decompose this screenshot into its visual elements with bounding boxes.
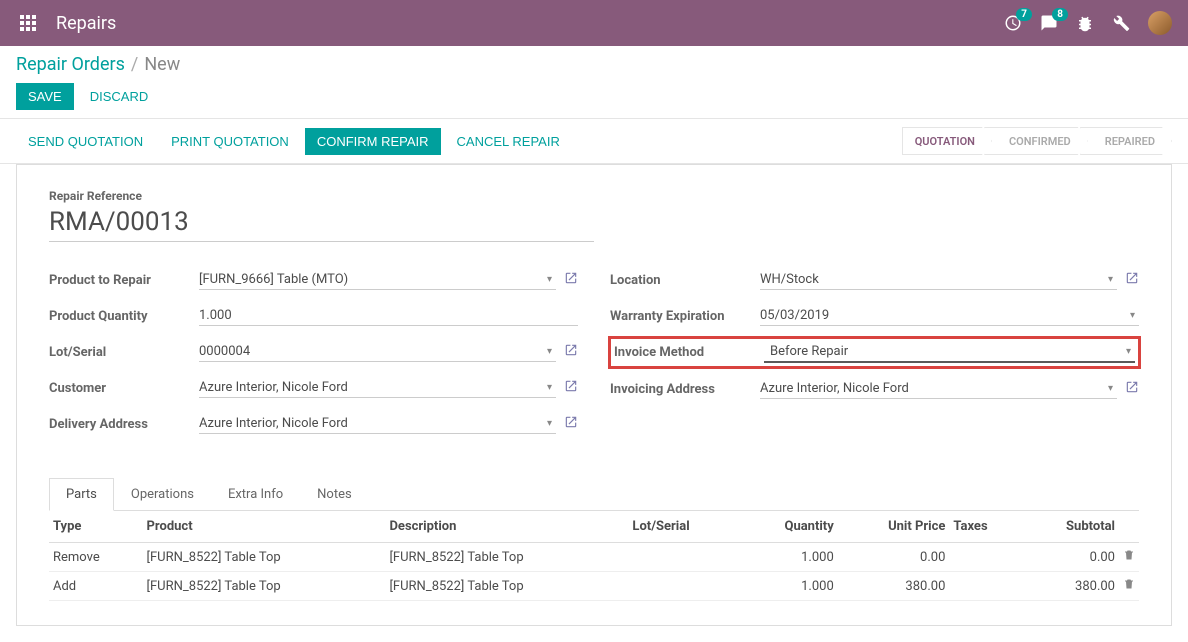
save-button[interactable]: SAVE [16,83,74,110]
bug-icon [1076,14,1094,32]
invoice-method-highlighted: Invoice Method Before Repair ▾ [610,338,1139,367]
chevron-down-icon: ▾ [543,382,556,393]
statusbar-buttons: SEND QUOTATION PRINT QUOTATION CONFIRM R… [16,128,902,155]
tab-parts[interactable]: Parts [49,478,114,511]
delivery-address-label: Delivery Address [49,417,199,432]
form-sheet: Repair Reference RMA/00013 Product to Re… [16,164,1172,626]
navbar-right: 7 8 [1004,11,1172,35]
invoicing-address-label: Invoicing Address [610,382,760,397]
user-avatar[interactable] [1148,11,1172,35]
location-external-link[interactable] [1125,271,1139,289]
product-external-link[interactable] [564,271,578,289]
invoicing-address-external-link[interactable] [1125,380,1139,398]
external-link-icon [564,271,578,285]
external-link-icon [564,343,578,357]
tab-extra-info[interactable]: Extra Info [211,478,300,511]
customer-label: Customer [49,381,199,396]
control-buttons: SAVE DISCARD [16,83,1172,110]
product-to-repair-label: Product to Repair [49,273,199,288]
product-to-repair-field[interactable]: [FURN_9666] Table (MTO) ▾ [199,270,556,290]
invoice-method-field[interactable]: Before Repair ▾ [764,342,1135,363]
statusbar: SEND QUOTATION PRINT QUOTATION CONFIRM R… [0,118,1188,164]
delivery-address-field[interactable]: Azure Interior, Nicole Ford ▾ [199,414,556,434]
apps-menu-button[interactable] [16,11,40,35]
chevron-down-icon: ▾ [543,418,556,429]
tab-notes[interactable]: Notes [300,478,369,511]
top-navbar: Repairs 7 8 [0,0,1188,46]
product-quantity-label: Product Quantity [49,309,199,324]
status-steps: QUOTATION CONFIRMED REPAIRED [902,127,1172,155]
settings-button[interactable] [1112,14,1130,32]
discard-button[interactable]: DISCARD [78,83,161,110]
messages-button[interactable]: 8 [1040,14,1058,32]
debug-button[interactable] [1076,14,1094,32]
lot-serial-field[interactable]: 0000004 ▾ [199,342,556,362]
repair-reference-label: Repair Reference [49,189,1139,203]
external-link-icon [564,379,578,393]
col-type: Type [49,511,143,543]
activity-button[interactable]: 7 [1004,14,1022,32]
chevron-down-icon: ▾ [1104,383,1117,394]
chevron-down-icon: ▾ [543,274,556,285]
col-unit-price: Unit Price [838,511,950,543]
product-quantity-field[interactable]: 1.000 [199,306,578,326]
table-row[interactable]: Remove [FURN_8522] Table Top [FURN_8522]… [49,543,1139,572]
invoice-method-label: Invoice Method [614,345,764,360]
activity-badge: 7 [1016,8,1032,21]
external-link-icon [1125,380,1139,394]
tab-operations[interactable]: Operations [114,478,211,511]
breadcrumb-root[interactable]: Repair Orders [16,54,125,75]
step-confirmed[interactable]: CONFIRMED [984,127,1088,155]
tabs: Parts Operations Extra Info Notes [49,478,1139,511]
cancel-repair-button[interactable]: CANCEL REPAIR [445,128,572,155]
form-left-column: Product to Repair [FURN_9666] Table (MTO… [49,266,578,446]
invoicing-address-field[interactable]: Azure Interior, Nicole Ford ▾ [760,379,1117,399]
wrench-icon [1112,14,1130,32]
parts-table: Type Product Description Lot/Serial Quan… [49,511,1139,601]
delete-row-button[interactable] [1119,543,1139,572]
form-right-column: Location WH/Stock ▾ Warranty Expiration … [610,266,1139,446]
confirm-repair-button[interactable]: CONFIRM REPAIR [305,128,441,155]
breadcrumb: Repair Orders / New [16,54,1172,75]
chevron-down-icon: ▾ [1126,310,1139,321]
col-taxes: Taxes [949,511,1021,543]
step-quotation[interactable]: QUOTATION [902,127,992,155]
app-title: Repairs [56,13,1004,34]
step-repaired[interactable]: REPAIRED [1080,127,1172,155]
customer-external-link[interactable] [564,379,578,397]
lot-serial-label: Lot/Serial [49,345,199,360]
col-quantity: Quantity [740,511,838,543]
customer-field[interactable]: Azure Interior, Nicole Ford ▾ [199,378,556,398]
external-link-icon [564,415,578,429]
warranty-expiration-label: Warranty Expiration [610,309,760,324]
lot-external-link[interactable] [564,343,578,361]
chevron-down-icon: ▾ [1122,346,1135,357]
table-row[interactable]: Add [FURN_8522] Table Top [FURN_8522] Ta… [49,572,1139,601]
delete-row-button[interactable] [1119,572,1139,601]
messages-badge: 8 [1052,8,1068,21]
trash-icon [1123,578,1135,590]
location-field[interactable]: WH/Stock ▾ [760,270,1117,290]
send-quotation-button[interactable]: SEND QUOTATION [16,128,155,155]
chevron-down-icon: ▾ [543,346,556,357]
delivery-external-link[interactable] [564,415,578,433]
col-description: Description [385,511,628,543]
apps-grid-icon [20,15,36,31]
breadcrumb-current: New [144,54,180,75]
col-lot-serial: Lot/Serial [628,511,739,543]
col-product: Product [143,511,386,543]
trash-icon [1123,549,1135,561]
print-quotation-button[interactable]: PRINT QUOTATION [159,128,301,155]
location-label: Location [610,273,760,288]
external-link-icon [1125,271,1139,285]
warranty-expiration-field[interactable]: 05/03/2019 ▾ [760,306,1139,326]
breadcrumb-sep: / [131,54,138,75]
chevron-down-icon: ▾ [1104,274,1117,285]
col-subtotal: Subtotal [1022,511,1119,543]
tabs-container: Parts Operations Extra Info Notes Type P… [49,478,1139,601]
control-panel: Repair Orders / New SAVE DISCARD [0,46,1188,110]
repair-reference-value[interactable]: RMA/00013 [49,207,594,242]
